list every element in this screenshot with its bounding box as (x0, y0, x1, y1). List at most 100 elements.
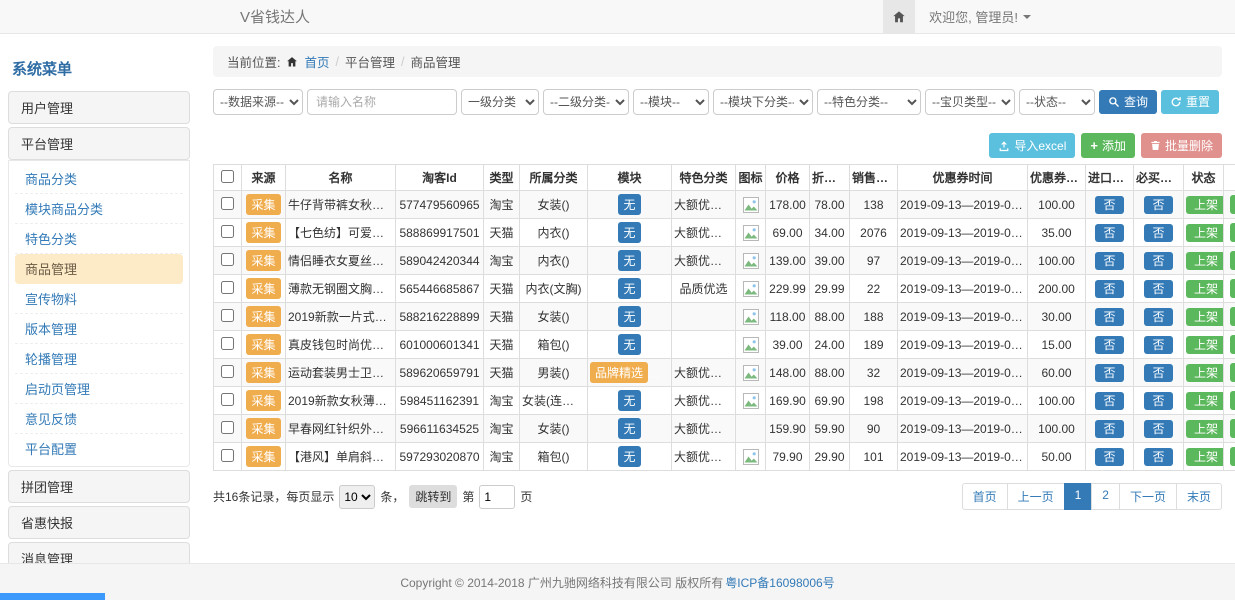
status-button[interactable]: 上架 (1186, 196, 1224, 214)
row-checkbox[interactable] (221, 365, 234, 378)
page-button-1[interactable]: 上一页 (1007, 483, 1065, 510)
status-button[interactable]: 上架 (1186, 336, 1224, 354)
sidebar-item-4[interactable]: 宣传物料 (15, 284, 183, 314)
module-badge: 无 (618, 418, 640, 439)
reset-button[interactable]: 重置 (1161, 90, 1219, 114)
must-buy-toggle-button[interactable]: 否 (1144, 280, 1172, 298)
sidebar-item-0[interactable]: 商品分类 (15, 164, 183, 194)
row-checkbox[interactable] (221, 281, 234, 294)
must-buy-toggle-button[interactable]: 否 (1144, 392, 1172, 410)
sidebar-item-9[interactable]: 平台配置 (15, 434, 183, 463)
import-toggle-button[interactable]: 否 (1095, 196, 1123, 214)
filter-select-0[interactable]: 一级分类 (461, 89, 539, 115)
edit-button[interactable] (1230, 279, 1235, 298)
breadcrumb-home-link[interactable]: 首页 (304, 52, 329, 71)
edit-button[interactable] (1230, 223, 1235, 242)
filter-select-1[interactable]: --二级分类-- (543, 89, 629, 115)
status-button[interactable]: 上架 (1186, 308, 1224, 326)
jump-page-input[interactable] (479, 485, 515, 509)
edit-button[interactable] (1230, 307, 1235, 326)
price: 178.00 (766, 191, 810, 219)
edit-button[interactable] (1230, 363, 1235, 382)
filter-select-3[interactable]: --模块下分类-- (713, 89, 813, 115)
row-checkbox[interactable] (221, 337, 234, 350)
select-all-header (214, 165, 242, 191)
sidebar-section-4[interactable]: 消息管理 (8, 542, 190, 563)
page-button-4[interactable]: 下一页 (1119, 483, 1177, 510)
page-button-3[interactable]: 2 (1091, 483, 1120, 510)
must-buy-toggle-button[interactable]: 否 (1144, 308, 1172, 326)
edit-button[interactable] (1230, 251, 1235, 270)
scrollbar-thumb[interactable] (0, 593, 105, 600)
user-menu[interactable]: 欢迎您, 管理员! (915, 0, 1045, 33)
filter-select-4[interactable]: --特色分类-- (817, 89, 921, 115)
status-button[interactable]: 上架 (1186, 280, 1224, 298)
must-buy-toggle-button[interactable]: 否 (1144, 364, 1172, 382)
row-checkbox[interactable] (221, 225, 234, 238)
add-button[interactable]: + 添加 (1081, 133, 1135, 158)
batch-delete-button[interactable]: 批量删除 (1141, 133, 1222, 158)
product-type: 淘宝 (484, 415, 520, 443)
sidebar-item-7[interactable]: 启动页管理 (15, 374, 183, 404)
must-buy-toggle-button[interactable]: 否 (1144, 420, 1172, 438)
sidebar-item-1[interactable]: 模块商品分类 (15, 194, 183, 224)
row-checkbox[interactable] (221, 309, 234, 322)
edit-button[interactable] (1230, 447, 1235, 466)
sidebar-item-2[interactable]: 特色分类 (15, 224, 183, 254)
edit-button[interactable] (1230, 195, 1235, 214)
import-toggle-button[interactable]: 否 (1095, 420, 1123, 438)
status-button[interactable]: 上架 (1186, 448, 1224, 466)
import-toggle-button[interactable]: 否 (1095, 280, 1123, 298)
row-checkbox[interactable] (221, 421, 234, 434)
status-button[interactable]: 上架 (1186, 392, 1224, 410)
status-button[interactable]: 上架 (1186, 252, 1224, 270)
import-toggle-button[interactable]: 否 (1095, 308, 1123, 326)
import-toggle-button[interactable]: 否 (1095, 392, 1123, 410)
page-button-2[interactable]: 1 (1064, 483, 1093, 510)
edit-button[interactable] (1230, 335, 1235, 354)
import-toggle-button[interactable]: 否 (1095, 336, 1123, 354)
breadcrumb-home-icon (286, 56, 298, 68)
sidebar-item-3[interactable]: 商品管理 (15, 254, 183, 284)
must-buy-toggle-button[interactable]: 否 (1144, 224, 1172, 242)
status-button[interactable]: 上架 (1186, 364, 1224, 382)
sidebar-item-8[interactable]: 意见反馈 (15, 404, 183, 434)
must-buy-toggle-button[interactable]: 否 (1144, 252, 1172, 270)
sidebar-section-1[interactable]: 平台管理 (8, 127, 190, 160)
per-page-select[interactable]: 10 (339, 485, 375, 509)
row-checkbox[interactable] (221, 393, 234, 406)
import-excel-button[interactable]: 导入excel (989, 133, 1075, 158)
name-search-input[interactable] (307, 89, 457, 115)
import-toggle-button[interactable]: 否 (1095, 224, 1123, 242)
sidebar-section-0[interactable]: 用户管理 (8, 91, 190, 124)
row-checkbox[interactable] (221, 197, 234, 210)
status-button[interactable]: 上架 (1186, 224, 1224, 242)
must-buy-toggle-button[interactable]: 否 (1144, 196, 1172, 214)
import-toggle-button[interactable]: 否 (1095, 252, 1123, 270)
filter-select-5[interactable]: --宝贝类型-- (925, 89, 1015, 115)
status-button[interactable]: 上架 (1186, 420, 1224, 438)
row-select-cell (214, 219, 242, 247)
query-button[interactable]: 查询 (1099, 90, 1157, 114)
sidebar-item-6[interactable]: 轮播管理 (15, 344, 183, 374)
filter-select-2[interactable]: --模块-- (633, 89, 709, 115)
home-button[interactable] (883, 0, 915, 33)
must-buy-toggle-button[interactable]: 否 (1144, 336, 1172, 354)
edit-button[interactable] (1230, 391, 1235, 410)
must-buy-toggle-button[interactable]: 否 (1144, 448, 1172, 466)
edit-button[interactable] (1230, 419, 1235, 438)
select-all-checkbox[interactable] (221, 170, 234, 183)
row-checkbox[interactable] (221, 253, 234, 266)
import-toggle-button[interactable]: 否 (1095, 448, 1123, 466)
page-button-0[interactable]: 首页 (962, 483, 1008, 510)
operations-cell (1224, 359, 1235, 387)
page-button-5[interactable]: 末页 (1176, 483, 1222, 510)
sidebar-item-5[interactable]: 版本管理 (15, 314, 183, 344)
import-toggle-button[interactable]: 否 (1095, 364, 1123, 382)
sidebar-section-3[interactable]: 省惠快报 (8, 506, 190, 539)
icp-link[interactable]: 粤ICP备16098006号 (725, 574, 834, 591)
filter-select-6[interactable]: --状态-- (1019, 89, 1095, 115)
sidebar-section-2[interactable]: 拼团管理 (8, 470, 190, 503)
row-checkbox[interactable] (221, 449, 234, 462)
filter-select-source[interactable]: --数据来源-- (213, 89, 303, 115)
